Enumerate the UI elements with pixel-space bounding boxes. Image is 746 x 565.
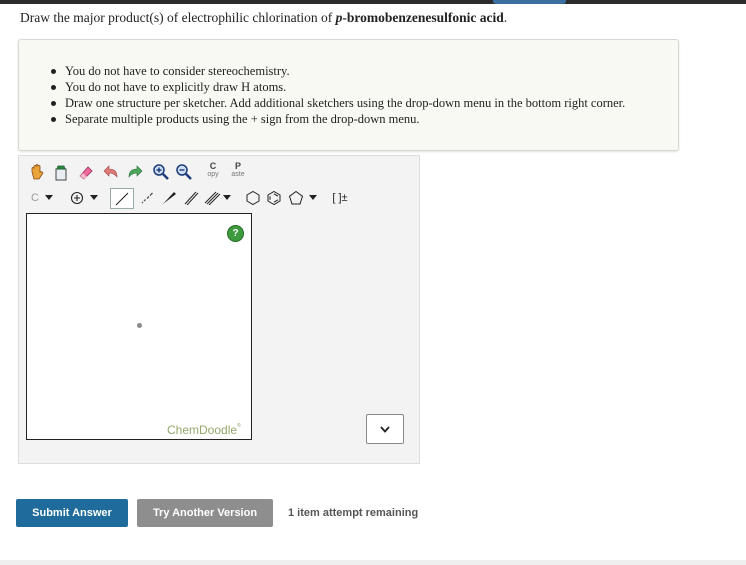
charge-dropdown-arrow[interactable] <box>89 188 99 208</box>
question-prefix: Draw the major product(s) of electrophil… <box>20 10 336 25</box>
zoom-out-icon[interactable] <box>173 161 195 183</box>
instruction-item: You do not have to consider stereochemis… <box>47 63 625 79</box>
redo-icon[interactable] <box>124 161 146 183</box>
hand-icon[interactable] <box>26 161 48 183</box>
zoom-in-icon[interactable] <box>150 161 172 183</box>
brand-mark: ® <box>237 423 241 429</box>
chemdoodle-sketcher: C opy P aste C [ ]± ? ChemDoodle® <box>18 155 420 464</box>
copy-button[interactable]: C opy <box>202 158 224 182</box>
paste-sub: aste <box>231 171 245 178</box>
canvas-cursor-dot <box>137 323 142 328</box>
top-bar <box>0 0 746 4</box>
ring-dropdown-arrow[interactable] <box>308 188 318 208</box>
brand-text: ChemDoodle <box>167 423 238 437</box>
chevron-down-icon <box>380 425 390 433</box>
charge-plus-icon[interactable] <box>67 188 87 208</box>
question-suffix: . <box>503 10 508 25</box>
bracket-charge-button[interactable]: [ ]± <box>327 188 353 208</box>
instruction-item: You do not have to explicitly draw H ato… <box>47 79 625 95</box>
cyclopentane-icon[interactable] <box>286 188 306 208</box>
question-text: Draw the major product(s) of electrophil… <box>20 10 507 26</box>
references-tab[interactable] <box>493 0 566 4</box>
instructions-list: You do not have to consider stereochemis… <box>47 63 625 127</box>
instructions-box: You do not have to consider stereochemis… <box>18 39 679 151</box>
single-bond-icon[interactable] <box>110 188 134 209</box>
add-sketcher-dropdown[interactable] <box>366 414 404 444</box>
paste-button[interactable]: P aste <box>226 158 250 182</box>
bottom-divider <box>0 560 746 565</box>
copy-sub: opy <box>207 171 219 178</box>
help-icon[interactable]: ? <box>227 225 244 242</box>
triple-bond-icon[interactable] <box>201 188 223 208</box>
try-another-version-button[interactable]: Try Another Version <box>137 499 273 527</box>
instruction-item: Separate multiple products using the + s… <box>47 111 625 127</box>
benzene-icon[interactable] <box>264 188 284 208</box>
attempts-remaining: 1 item attempt remaining <box>288 507 419 519</box>
clear-icon[interactable] <box>50 161 72 183</box>
bond-dropdown-arrow[interactable] <box>222 188 232 208</box>
compound-name: -bromobenzenesulfonic acid <box>342 10 504 25</box>
paste-letter: P <box>234 161 241 171</box>
submit-answer-button[interactable]: Submit Answer <box>16 499 128 527</box>
atom-label-button[interactable]: C <box>26 188 44 208</box>
drawing-canvas[interactable]: ? ChemDoodle® <box>26 213 252 440</box>
instruction-item: Draw one structure per sketcher. Add add… <box>47 95 625 111</box>
copy-letter: C <box>209 161 217 171</box>
cyclohexane-icon[interactable] <box>243 188 263 208</box>
hashed-bond-icon[interactable] <box>136 188 158 208</box>
chemdoodle-brand: ChemDoodle® <box>167 423 241 437</box>
undo-icon[interactable] <box>100 161 122 183</box>
double-bond-icon[interactable] <box>180 188 202 208</box>
eraser-icon[interactable] <box>75 161 97 183</box>
atom-dropdown-arrow[interactable] <box>44 188 54 208</box>
wedge-bond-icon[interactable] <box>158 188 180 208</box>
